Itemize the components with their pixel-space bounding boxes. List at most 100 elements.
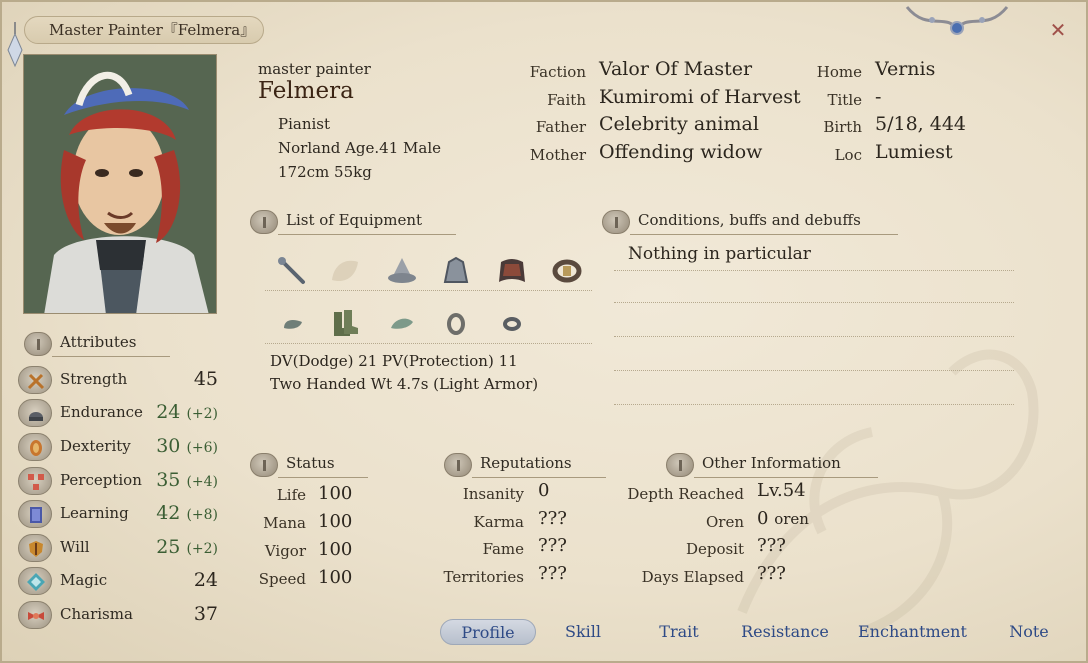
window-title: Master Painter『Felmera』 (24, 16, 264, 44)
other-info-header: Other Information (666, 453, 878, 478)
depth-label: Depth Reached (627, 485, 744, 503)
attribute-row-endurance: Endurance 24 (+2) (18, 399, 218, 429)
section-knob-icon (24, 332, 52, 356)
vigor-value: 100 (318, 539, 353, 560)
attribute-row-magic: Magic 24 (18, 567, 218, 597)
empty-slot-icon[interactable] (328, 254, 362, 288)
equipment-divider (265, 290, 592, 291)
tab-enchantment[interactable]: Enchantment (858, 619, 967, 645)
ring2-icon[interactable] (495, 306, 529, 340)
oren-value: 0 oren (757, 508, 809, 529)
filigree-ornament-icon (905, 6, 1009, 35)
birth-value: 5/18, 444 (875, 113, 967, 135)
belt-icon[interactable] (550, 254, 584, 288)
status-header: Status (250, 453, 368, 478)
mother-value: Offending widow (599, 141, 763, 163)
attribute-value: 24 (193, 569, 218, 591)
conditions-line-4 (614, 370, 1014, 371)
attribute-row-learning: Learning 42 (+8) (18, 500, 218, 530)
helmet-icon (18, 399, 52, 427)
attribute-value: 24 (+2) (156, 401, 218, 423)
days-elapsed-label: Days Elapsed (641, 568, 744, 586)
conditions-line-1 (614, 270, 1014, 271)
equipment-header: List of Equipment (250, 210, 456, 235)
faith-value: Kumiromi of Harvest (599, 86, 801, 108)
tab-resistance[interactable]: Resistance (740, 619, 830, 645)
mana-value: 100 (318, 511, 353, 532)
cloak-icon[interactable] (495, 254, 529, 288)
ribbon-icon (18, 601, 52, 629)
insanity-value: 0 (538, 480, 550, 501)
boots-icon[interactable] (328, 306, 362, 340)
location-value: Lumiest (875, 141, 953, 163)
character-race-age-sex: Norland Age.41 Male (278, 139, 442, 157)
close-button[interactable]: ✕ (1046, 18, 1070, 42)
attribute-value: 45 (193, 368, 218, 390)
conditions-header: Conditions, buffs and debuffs (602, 210, 898, 235)
conditions-line-3 (614, 336, 1014, 337)
amulet-icon[interactable] (385, 306, 419, 340)
character-alias: master painter (258, 60, 371, 78)
territories-value: ??? (538, 563, 567, 584)
karma-label: Karma (473, 513, 525, 531)
attribute-row-dexterity: Dexterity 30 (+6) (18, 433, 218, 463)
tab-skill[interactable]: Skill (558, 619, 608, 645)
section-knob-icon (250, 453, 278, 477)
tab-profile[interactable]: Profile (440, 619, 536, 645)
attributes-header: Attributes (24, 332, 170, 357)
hand-icon (18, 433, 52, 461)
birth-label: Birth (823, 118, 862, 136)
equipment-divider-2 (265, 343, 592, 344)
staff-icon[interactable] (275, 254, 309, 288)
character-portrait (23, 54, 217, 314)
section-knob-icon (444, 453, 472, 477)
deposit-value: ??? (757, 535, 786, 556)
attribute-row-will: Will 25 (+2) (18, 534, 218, 564)
armor-icon[interactable] (439, 254, 473, 288)
home-value: Vernis (875, 58, 936, 80)
dv-pv-stat: DV(Dodge) 21 PV(Protection) 11 (270, 352, 518, 370)
speed-label: Speed (258, 570, 306, 588)
ring-icon[interactable] (439, 306, 473, 340)
book-icon (18, 500, 52, 528)
karma-value: ??? (538, 508, 567, 529)
attribute-value: 37 (193, 603, 218, 625)
tab-note[interactable]: Note (1004, 619, 1054, 645)
deposit-label: Deposit (685, 540, 744, 558)
home-label: Home (816, 63, 862, 81)
vigor-label: Vigor (264, 542, 306, 560)
reputations-header: Reputations (444, 453, 606, 478)
faith-label: Faith (547, 91, 586, 109)
mana-label: Mana (263, 514, 306, 532)
crystal-icon (18, 567, 52, 595)
gem-ornament-icon (7, 22, 23, 68)
oren-label: Oren (705, 513, 744, 531)
conditions-text: Nothing in particular (628, 244, 811, 264)
life-value: 100 (318, 483, 353, 504)
gloves-icon[interactable] (276, 306, 310, 340)
faction-label: Faction (529, 63, 586, 81)
father-value: Celebrity animal (599, 113, 759, 135)
tab-trait[interactable]: Trait (652, 619, 706, 645)
mother-label: Mother (529, 146, 586, 164)
attribute-value: 30 (+6) (156, 435, 218, 457)
hat-icon[interactable] (385, 254, 419, 288)
attribute-value: 42 (+8) (156, 502, 218, 524)
speed-value: 100 (318, 567, 353, 588)
fame-value: ??? (538, 535, 567, 556)
title-value: - (875, 86, 882, 108)
depth-value: Lv.54 (757, 480, 806, 501)
fame-label: Fame (482, 540, 524, 558)
attribute-row-charisma: Charisma 37 (18, 601, 218, 631)
sword-icon (18, 366, 52, 394)
attribute-row-perception: Perception 35 (+4) (18, 467, 218, 497)
insanity-label: Insanity (462, 485, 524, 503)
location-label: Loc (834, 146, 862, 164)
weight-stat: Two Handed Wt 4.7s (Light Armor) (270, 375, 539, 393)
conditions-line-2 (614, 302, 1014, 303)
attribute-value: 35 (+4) (156, 469, 218, 491)
days-elapsed-value: ??? (757, 563, 786, 584)
shield-icon (18, 534, 52, 562)
character-height-weight: 172cm 55kg (278, 163, 372, 181)
section-knob-icon (666, 453, 694, 477)
